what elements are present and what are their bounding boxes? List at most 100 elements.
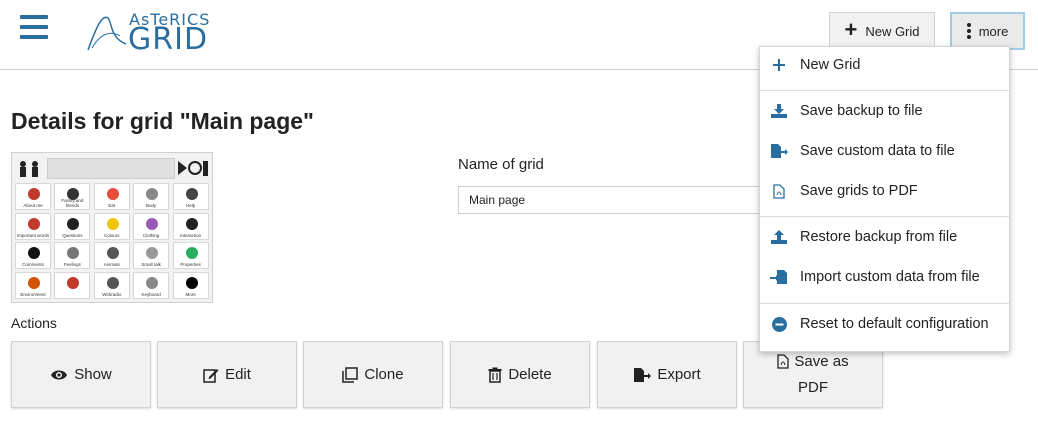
thumbnail-cell: More <box>172 271 209 299</box>
thumbnail-symbol-icon <box>106 247 119 260</box>
thumbnail-play-icons <box>178 161 208 176</box>
download-icon <box>768 104 790 118</box>
export-icon <box>634 367 652 382</box>
grid-name-label: Name of grid <box>458 156 544 173</box>
thumbnail-symbol-icon <box>28 247 40 260</box>
hamburger-menu-icon[interactable] <box>20 15 48 43</box>
thumbnail-symbol-icon <box>185 276 198 289</box>
thumbnail-cell: Animals <box>93 242 130 270</box>
grid-thumbnail: About me Family and friends Eat Body Help Imp… <box>11 152 213 303</box>
menu-item-import-custom-data[interactable]: Import custom data from file <box>760 262 1009 292</box>
menu-item-label: Import custom data from file <box>800 269 980 285</box>
thumbnail-symbol-icon <box>67 247 80 260</box>
thumbnail-symbol-icon <box>28 188 40 200</box>
thumbnail-symbol-icon <box>185 217 198 230</box>
asterics-grid-logo[interactable]: AsTeRICS GRID <box>86 8 226 58</box>
thumbnail-cell-label: Comments <box>22 262 44 268</box>
export-label: Export <box>657 366 701 383</box>
save-as-pdf-line1: Save as <box>777 352 849 372</box>
thumbnail-cell: Interaction <box>172 212 209 240</box>
thumbnail-cell <box>54 271 91 299</box>
edit-button[interactable]: Edit <box>157 341 297 408</box>
save-as-label: Save as <box>794 352 849 370</box>
thumbnail-cell-label: Body <box>146 203 157 208</box>
delete-label: Delete <box>508 366 552 383</box>
menu-item-new-grid[interactable]: New Grid <box>760 50 1009 80</box>
thumbnail-cell-label: Clothing <box>142 232 160 238</box>
menu-divider <box>760 216 1009 217</box>
thumbnail-cell: Help <box>172 183 209 210</box>
more-label: more <box>978 23 1009 39</box>
menu-item-save-custom-data[interactable]: Save custom data to file <box>760 136 1009 166</box>
new-grid-button[interactable]: + New Grid <box>829 12 935 50</box>
delete-button[interactable]: Delete <box>450 341 590 408</box>
thumbnail-cell: Body <box>133 183 170 210</box>
menu-divider <box>760 303 1009 304</box>
actions-heading: Actions <box>11 315 57 331</box>
thumbnail-cell-label: Interaction <box>180 232 202 238</box>
thumbnail-cell-label: Important words <box>16 232 50 238</box>
menu-divider <box>760 90 1009 91</box>
thumbnail-text-bar <box>47 158 175 179</box>
thumbnail-cell: Clothing <box>133 212 170 240</box>
thumbnail-cell-label: Environment <box>20 291 46 297</box>
menu-item-label: Reset to default configuration <box>800 316 989 332</box>
thumbnail-cell: About me <box>15 183 51 210</box>
menu-item-restore-backup[interactable]: Restore backup from file <box>760 222 1009 252</box>
thumbnail-symbol-icon <box>146 188 159 200</box>
more-dropdown-menu: New Grid Save backup to file Save custom… <box>759 46 1010 352</box>
thumbnail-symbol-icon <box>28 276 40 289</box>
eye-icon <box>51 370 68 379</box>
thumbnail-cell: Properties <box>172 242 209 270</box>
menu-item-label: New Grid <box>800 57 861 73</box>
thumbnail-toolbar <box>15 156 210 181</box>
thumbnail-cell-label: Animals <box>103 262 120 268</box>
file-import-icon <box>768 269 790 285</box>
menu-item-save-pdf[interactable]: Save grids to PDF <box>760 176 1009 206</box>
menu-item-reset-config[interactable]: Reset to default configuration <box>760 309 1009 339</box>
minus-circle-icon <box>768 316 790 332</box>
thumbnail-symbol-icon <box>28 217 40 230</box>
file-export-icon <box>768 143 790 159</box>
menu-item-save-backup[interactable]: Save backup to file <box>760 96 1009 126</box>
show-button[interactable]: Show <box>11 341 151 408</box>
grid-name-input[interactable] <box>458 186 768 214</box>
thumbnail-cell-label: Help <box>185 203 196 208</box>
thumbnail-cell: Questions <box>54 212 91 240</box>
thumbnail-cell-label: Family and friends <box>61 198 84 208</box>
thumbnail-symbol-icon <box>185 188 198 200</box>
thumbnail-cell-label: Eat <box>108 203 116 208</box>
thumbnail-cell-label: Feelings <box>63 262 81 268</box>
thumbnail-symbol-icon <box>67 276 80 289</box>
more-button[interactable]: more <box>950 12 1025 50</box>
thumbnail-symbol-icon <box>146 276 159 289</box>
thumbnail-cell: Colours <box>93 212 130 240</box>
new-grid-label: New Grid <box>865 23 920 39</box>
export-button[interactable]: Export <box>597 341 737 408</box>
thumbnail-cell-label: Colours <box>104 232 120 238</box>
thumbnail-cell: Environment <box>15 271 51 299</box>
clone-button[interactable]: Clone <box>303 341 443 408</box>
thumbnail-cell-label: About me <box>23 203 43 208</box>
thumbnail-symbol-icon <box>106 188 119 200</box>
menu-item-label: Save custom data to file <box>800 143 955 159</box>
thumbnail-cell: Keyboard <box>133 271 170 299</box>
thumbnail-symbol-icon <box>146 247 159 260</box>
thumbnail-cell-label: Webradio <box>102 291 122 297</box>
thumbnail-cell: Important words <box>15 212 51 240</box>
thumbnail-symbol-icon <box>146 217 159 230</box>
thumbnail-cell: Webradio <box>93 271 130 299</box>
show-label: Show <box>74 366 112 383</box>
vertical-dots-icon <box>966 23 971 39</box>
pdf-icon <box>777 354 790 369</box>
thumbnail-cell-label: Questions <box>62 232 83 238</box>
menu-item-label: Save backup to file <box>800 103 923 119</box>
thumbnail-symbol-icon <box>67 217 80 230</box>
menu-item-label: Restore backup from file <box>800 229 958 245</box>
thumbnail-cell: Eat <box>93 183 130 210</box>
edit-label: Edit <box>225 366 251 383</box>
upload-icon <box>768 230 790 244</box>
clone-icon <box>342 366 359 383</box>
plus-icon: + <box>844 17 858 42</box>
edit-icon <box>203 368 219 383</box>
